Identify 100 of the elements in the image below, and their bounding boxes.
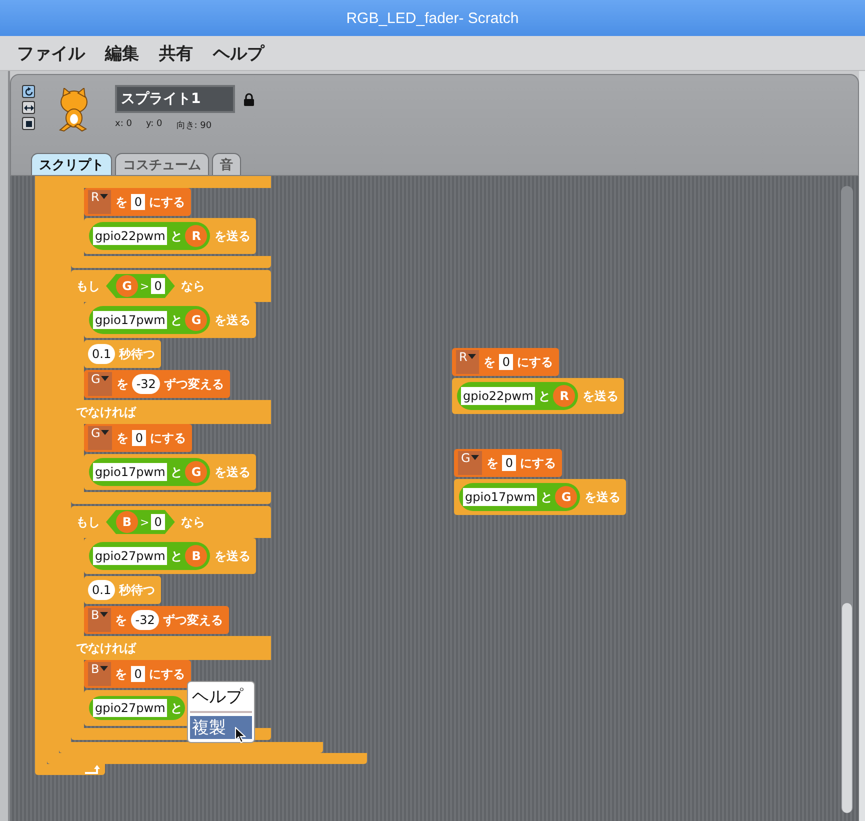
join-reporter[interactable]: gpio22pwm と R [89,222,210,250]
lock-icon[interactable] [244,92,254,106]
menu-item[interactable]: ファイル [17,42,85,64]
wait-block[interactable]: 0.1 秒待つ [84,576,162,604]
send-block[interactable]: gpio17pwm と G を送る [84,454,256,490]
block-label: を送る [214,312,250,328]
set-variable-block[interactable]: R を 0 にする [452,348,559,376]
variable-dropdown[interactable]: R [456,350,480,374]
set-variable-block[interactable]: B を 0 にする [84,660,191,688]
block-label: と [538,388,550,404]
join-reporter[interactable]: gpio17pwm と G [89,458,210,486]
comparison-block[interactable]: B > 0 [106,510,175,534]
block-label: もし [76,278,100,294]
block-label: を送る [584,488,620,506]
join-reporter[interactable]: gpio22pwm と R [457,382,578,410]
send-block[interactable]: gpio17pwm と G を送る [454,479,626,515]
block-label: なら [180,514,205,530]
menu-item[interactable]: ヘルプ [190,685,252,708]
caret-icon [471,455,480,460]
join-reporter[interactable]: gpio27pwm と B [89,542,210,570]
tab[interactable]: スクリプト [31,153,112,175]
caret-icon [100,194,108,199]
number-input[interactable]: 0 [132,430,146,446]
number-input[interactable]: -32 [132,374,160,394]
number-input[interactable]: -32 [131,610,159,630]
wait-block[interactable]: 0.1 秒待つ [84,340,162,368]
number-input[interactable]: 0 [131,666,145,682]
message-input[interactable]: gpio22pwm [93,227,168,245]
set-variable-block[interactable]: G を 0 にする [84,424,192,452]
variable-dropdown[interactable]: G [88,372,112,396]
menu-item[interactable]: 編集 [105,42,139,64]
change-variable-block[interactable]: G を -32 ずつ変える [84,370,230,398]
block-label: でなければ [76,404,136,420]
block-label: なら [180,278,205,294]
block-label: と [170,548,182,564]
message-input[interactable]: gpio17pwm [93,311,168,329]
join-reporter[interactable]: gpio17pwm と G [459,483,580,511]
join-reporter[interactable]: gpio27pwm と [89,696,186,720]
block-label: を送る [214,464,250,480]
tab[interactable]: コスチューム [115,153,209,175]
block-label: ずつ変える [162,612,223,628]
variable-dropdown[interactable]: R [88,190,112,214]
sprite-name-field[interactable]: スプライト1 [115,85,235,113]
operator-label: > [140,280,150,292]
block-label: を [483,354,496,370]
number-input[interactable]: 0.1 [88,344,116,364]
message-input[interactable]: gpio27pwm [93,547,168,565]
caret-icon [468,354,476,359]
set-variable-block[interactable]: R を 0 にする [84,188,191,216]
menu-item[interactable]: 複製 [190,716,252,739]
scrollbar[interactable] [841,186,853,813]
block-label: を [486,454,498,472]
number-input[interactable]: 0 [502,455,516,471]
number-input[interactable]: 0 [131,194,145,210]
y-position-label: y: 0 [146,119,162,131]
send-block[interactable]: gpio22pwm と R を送る [452,378,624,414]
number-input[interactable]: 0 [499,354,513,370]
message-input[interactable]: gpio22pwm [461,387,536,405]
caret-icon [100,666,108,671]
comparison-block[interactable]: G > 0 [106,274,175,298]
variable-dropdown[interactable]: B [88,608,112,632]
left-right-arrow-icon [24,104,34,112]
block-label: を [116,376,128,392]
send-block[interactable]: gpio27pwm と B を送る [84,538,256,574]
rotation-style-button[interactable] [22,101,35,114]
message-input[interactable]: gpio17pwm [93,463,168,481]
variable-dropdown[interactable]: G [458,451,482,475]
set-variable-block[interactable]: G を 0 にする [454,449,562,477]
send-block[interactable]: gpio17pwm と G を送る [84,302,256,338]
number-input[interactable]: 0.1 [88,580,116,600]
if-block-header[interactable]: もし B > 0 なら [71,506,271,538]
block-label: にする [150,430,186,446]
operator-label: > [140,516,150,528]
block-label: を送る [214,228,250,244]
number-input[interactable]: 0 [151,514,165,530]
message-input[interactable]: gpio17pwm [463,488,538,506]
block-label: にする [520,454,556,472]
if-block-header[interactable]: もし G > 0 なら [71,270,271,302]
block-label: 秒待つ [119,582,156,598]
tab[interactable]: 音 [212,153,241,175]
variable-dropdown[interactable]: B [88,662,112,686]
block-label: を [116,430,128,446]
caret-icon [101,430,110,435]
scrollbar-thumb[interactable] [842,603,852,813]
window-title: RGB_LED_fader- Scratch [346,10,519,26]
change-variable-block[interactable]: B を -32 ずつ変える [84,606,229,634]
block-label: にする [516,354,553,370]
menu-item[interactable]: 共有 [159,42,193,64]
message-input[interactable]: gpio27pwm [93,699,168,717]
send-block[interactable]: gpio22pwm と R を送る [84,218,256,254]
number-input[interactable]: 0 [151,278,165,294]
rotation-style-button[interactable] [22,117,35,130]
rotate-icon [24,86,34,96]
block-label: でなければ [76,640,136,656]
variable-dropdown[interactable]: G [88,426,112,450]
block-label: にする [148,194,185,210]
menu-item[interactable]: ヘルプ [213,42,264,64]
block-label: と [540,488,552,506]
rotation-style-button[interactable] [22,85,35,98]
join-reporter[interactable]: gpio17pwm と G [89,306,210,334]
